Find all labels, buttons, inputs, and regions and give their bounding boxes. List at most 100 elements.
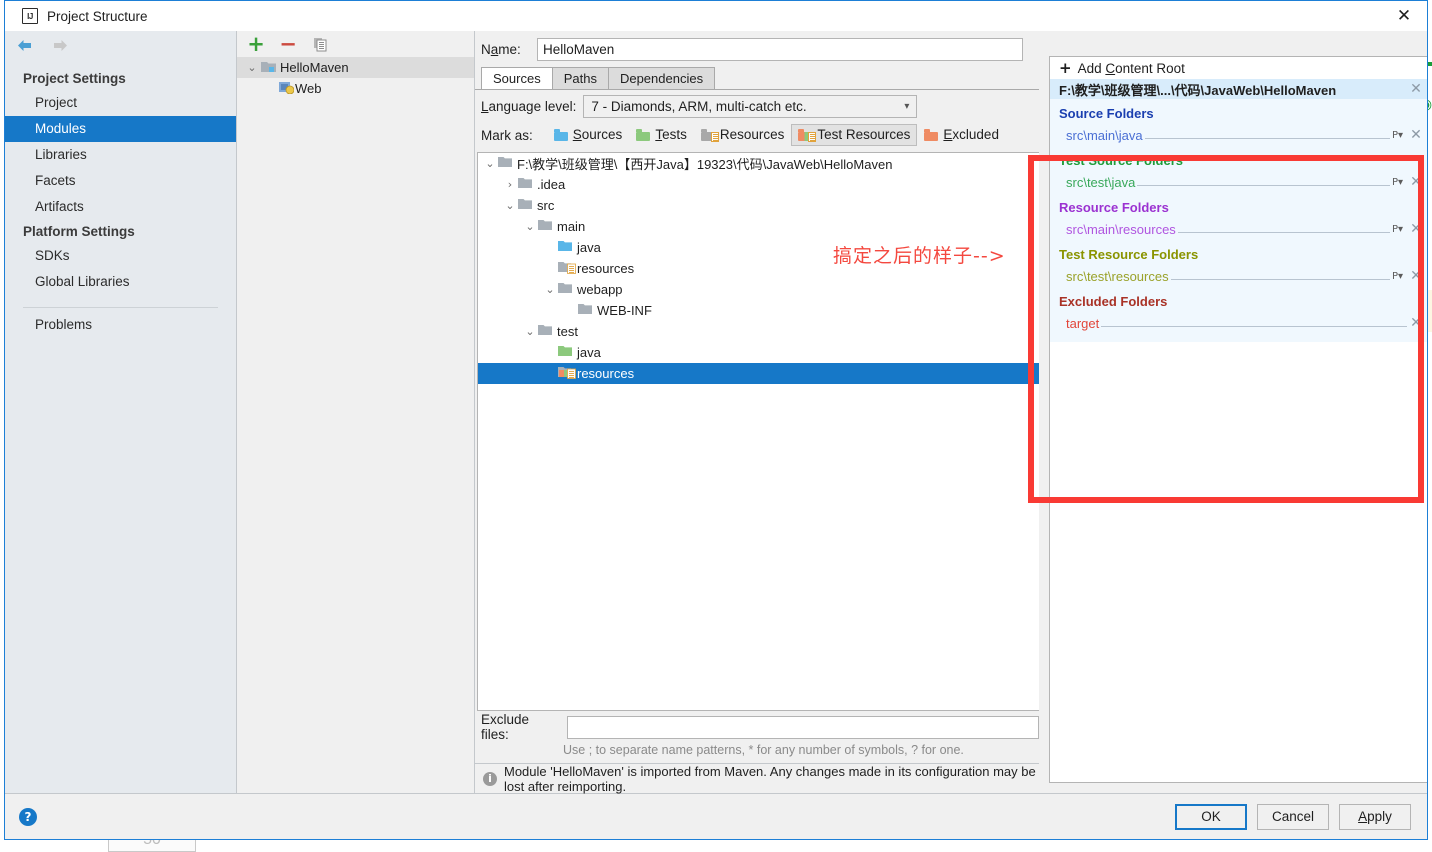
package-prefix-icon[interactable]: P▾	[1392, 224, 1403, 235]
remove-content-root-icon[interactable]: ✕	[1409, 81, 1423, 97]
source-folder-path: src\main\java	[1066, 128, 1143, 143]
add-content-root-button[interactable]: + Add Content Root	[1050, 57, 1427, 79]
annotation-text: 搞定之后的样子-->	[833, 241, 1006, 268]
test-source-folders-title: Test Source Folders	[1050, 146, 1427, 171]
chevron-right-icon[interactable]: ›	[502, 178, 518, 191]
package-prefix-icon[interactable]: P▾	[1392, 130, 1403, 141]
sidebar-item-modules[interactable]: Modules	[5, 116, 236, 142]
language-level-select[interactable]: 7 - Diamonds, ARM, multi-catch etc. ▾	[583, 95, 917, 118]
module-tree-row-hellomaven[interactable]: ⌄ HelloMaven	[237, 57, 474, 78]
remove-source-folder-icon[interactable]: ✕	[1409, 127, 1423, 143]
help-button[interactable]: ?	[19, 808, 37, 826]
sidebar-list: Project Settings Project Modules Librari…	[5, 59, 236, 338]
tree-row[interactable]: › .idea	[478, 174, 1039, 195]
tree-row[interactable]: ⌄ F:\教学\班级管理\【西开Java】19323\代码\JavaWeb\He…	[478, 153, 1039, 174]
entry-filler	[1145, 129, 1390, 139]
dialog-title: Project Structure	[47, 9, 148, 24]
sidebar-item-facets[interactable]: Facets	[5, 168, 236, 194]
forward-arrow-icon[interactable]	[51, 38, 69, 53]
tree-row-label: webapp	[577, 282, 623, 297]
chevron-down-icon[interactable]: ⌄	[522, 220, 538, 233]
remove-test-resource-folder-icon[interactable]: ✕	[1409, 268, 1423, 284]
sidebar-item-problems[interactable]: Problems	[5, 312, 236, 338]
tab-paths[interactable]: Paths	[552, 67, 609, 89]
test-resource-folder-entry[interactable]: src\test\resources P▾ ✕	[1050, 265, 1427, 287]
mark-as-sources-label: Sources	[573, 127, 623, 143]
folder-gray-icon	[518, 198, 532, 213]
folder-gray-icon	[578, 303, 592, 318]
remove-resource-folder-icon[interactable]: ✕	[1409, 221, 1423, 237]
ok-button[interactable]: OK	[1175, 804, 1247, 830]
tree-row[interactable]: ⌄ webapp	[478, 279, 1039, 300]
mark-as-tests-button[interactable]: Tests	[629, 124, 694, 146]
mark-as-row: Mark as: Sources Tests Resources	[475, 122, 1039, 148]
tree-row[interactable]: ⌄ test	[478, 321, 1039, 342]
folder-gray-icon	[498, 156, 512, 171]
excluded-folder-entry[interactable]: target ✕	[1050, 312, 1427, 334]
tree-row[interactable]: ⌄ src	[478, 195, 1039, 216]
resource-folders-title: Resource Folders	[1050, 193, 1427, 218]
close-icon[interactable]: ✕	[1381, 1, 1427, 31]
sidebar-divider	[23, 307, 218, 308]
module-editor-panel: Name: Sources Paths Dependencies Languag…	[475, 31, 1039, 793]
chevron-down-icon[interactable]: ⌄	[542, 283, 558, 296]
chevron-down-icon[interactable]: ⌄	[502, 199, 518, 212]
module-name-input[interactable]	[537, 38, 1023, 61]
sidebar-nav-arrows	[5, 31, 236, 59]
exclude-files-input[interactable]	[567, 716, 1039, 739]
chevron-down-icon[interactable]: ⌄	[243, 61, 261, 74]
remove-excluded-folder-icon[interactable]: ✕	[1409, 315, 1423, 331]
intellij-idea-logo-icon	[22, 8, 38, 24]
sidebar-item-global-libraries[interactable]: Global Libraries	[5, 269, 236, 295]
sidebar-item-project[interactable]: Project	[5, 90, 236, 116]
tab-dependencies[interactable]: Dependencies	[608, 67, 715, 89]
tree-row-selected[interactable]: resources	[478, 363, 1039, 384]
tree-row[interactable]: ⌄ main	[478, 216, 1039, 237]
back-arrow-icon[interactable]	[16, 38, 34, 53]
test-source-folder-path: src\test\java	[1066, 175, 1135, 190]
exclude-files-label: Exclude files:	[481, 712, 559, 742]
content-root-tree[interactable]: ⌄ F:\教学\班级管理\【西开Java】19323\代码\JavaWeb\He…	[477, 152, 1039, 711]
test-resource-folder-path: src\test\resources	[1066, 269, 1169, 284]
mark-as-sources-button[interactable]: Sources	[547, 124, 630, 146]
tree-row-label: .idea	[537, 177, 565, 192]
chevron-down-icon[interactable]: ⌄	[482, 157, 498, 170]
mark-as-resources-button[interactable]: Resources	[694, 124, 792, 146]
entry-filler	[1101, 317, 1407, 327]
resource-folder-entry[interactable]: src\main\resources P▾ ✕	[1050, 218, 1427, 240]
tree-row[interactable]: java	[478, 342, 1039, 363]
remove-module-button[interactable]: −	[279, 35, 297, 53]
tree-row-label: resources	[577, 261, 634, 276]
entry-filler	[1178, 223, 1390, 233]
package-prefix-icon[interactable]: P▾	[1392, 177, 1403, 188]
name-label: Name:	[481, 42, 537, 57]
module-name-row: Name:	[475, 31, 1039, 67]
exclude-files-hint: Use ; to separate name patterns, * for a…	[475, 743, 1039, 763]
folder-green-tests-icon	[558, 345, 572, 360]
folder-gray-icon	[538, 219, 552, 234]
source-folders-title: Source Folders	[1050, 99, 1427, 124]
folder-gray-icon	[518, 177, 532, 192]
source-folder-entry[interactable]: src\main\java P▾ ✕	[1050, 124, 1427, 146]
dialog-footer: ? OK Cancel Apply	[5, 793, 1427, 839]
module-tree-row-web[interactable]: Web	[237, 78, 474, 99]
apply-button[interactable]: Apply	[1339, 804, 1411, 830]
tree-row[interactable]: WEB-INF	[478, 300, 1039, 321]
folder-blue-sources-icon	[554, 129, 568, 141]
sidebar-item-artifacts[interactable]: Artifacts	[5, 194, 236, 220]
mark-as-excluded-button[interactable]: Excluded	[917, 124, 1006, 146]
cancel-button[interactable]: Cancel	[1257, 804, 1329, 830]
add-module-button[interactable]: +	[247, 35, 265, 53]
mark-as-test-resources-button[interactable]: Test Resources	[791, 124, 917, 146]
tab-sources[interactable]: Sources	[481, 67, 553, 89]
test-source-folder-entry[interactable]: src\test\java P▾ ✕	[1050, 171, 1427, 193]
sidebar-item-libraries[interactable]: Libraries	[5, 142, 236, 168]
content-roots-panel: + Add Content Root F:\教学\班级管理\...\代码\Jav…	[1049, 56, 1427, 783]
remove-test-source-folder-icon[interactable]: ✕	[1409, 174, 1423, 190]
chevron-down-icon[interactable]: ⌄	[522, 325, 538, 338]
sidebar-item-sdks[interactable]: SDKs	[5, 243, 236, 269]
package-prefix-icon[interactable]: P▾	[1392, 271, 1403, 282]
copy-module-icon[interactable]	[311, 35, 329, 53]
maven-import-notice-text: Module 'HelloMaven' is imported from Mav…	[504, 764, 1039, 794]
maven-import-notice: i Module 'HelloMaven' is imported from M…	[475, 763, 1039, 793]
